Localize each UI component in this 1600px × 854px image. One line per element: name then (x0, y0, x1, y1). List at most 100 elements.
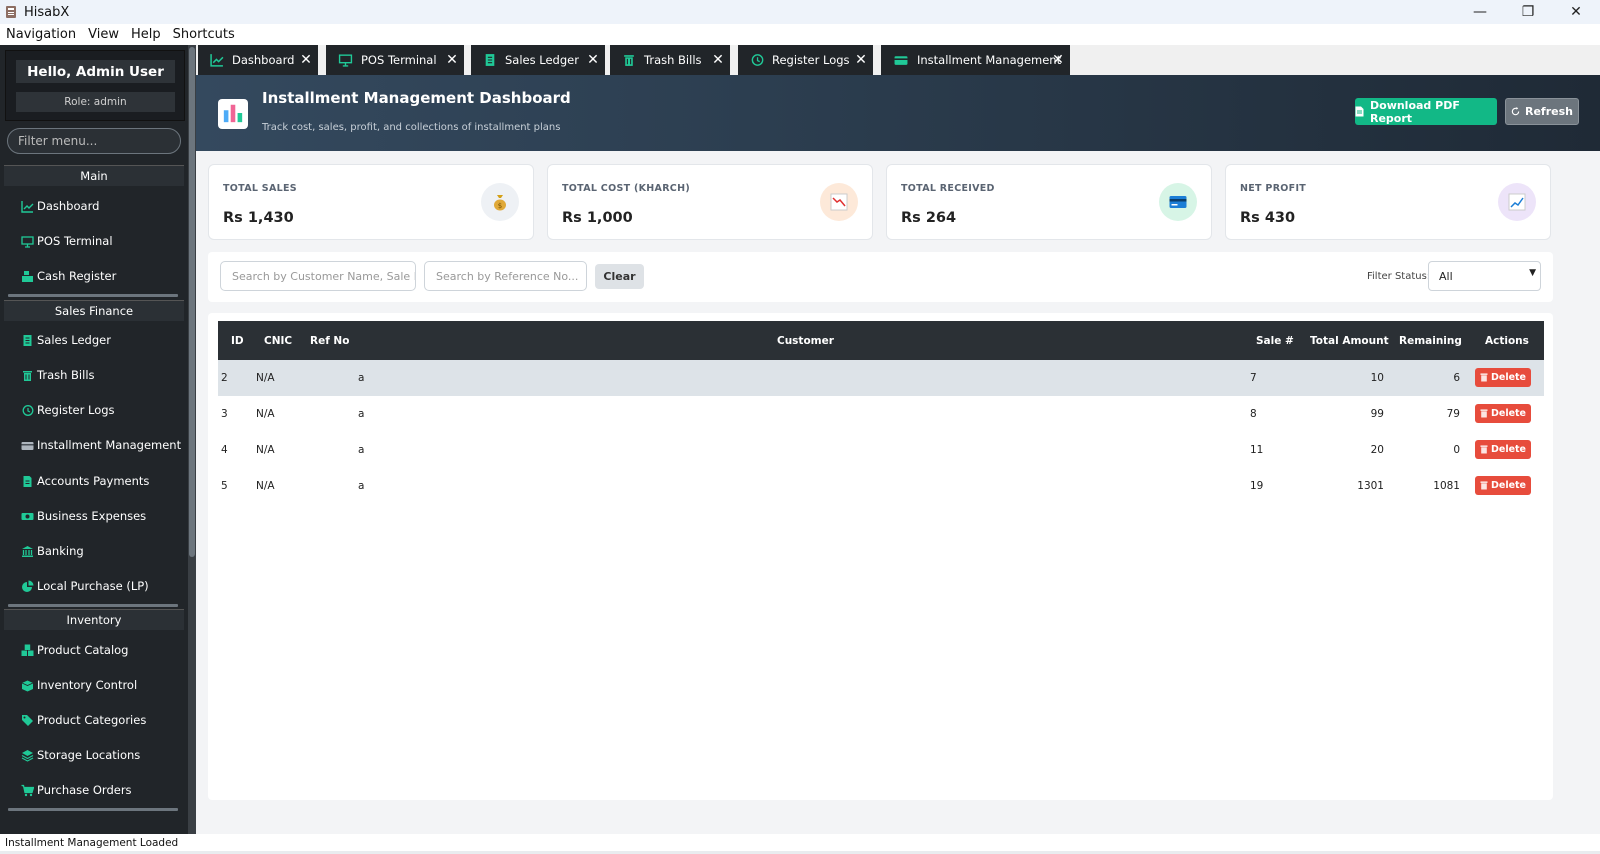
customer-search-input[interactable]: Search by Customer Name, Sale I... (220, 261, 416, 291)
table-row[interactable]: 5 N/A a 19 1301 1081 Delete (218, 468, 1544, 504)
menu-view[interactable]: View (82, 27, 125, 42)
tab-close-button[interactable]: ✕ (1050, 52, 1066, 68)
sidebar-separator (8, 294, 178, 297)
col-total-amount[interactable]: Total Amount (1310, 321, 1389, 360)
col-cnic[interactable]: CNIC (264, 321, 292, 360)
main-content: Installment Management Dashboard Track c… (196, 75, 1600, 834)
sidebar-scrollbar[interactable] (188, 45, 196, 834)
tab-close-button[interactable]: ✕ (853, 52, 869, 68)
stat-card-total-sales: TOTAL SALES Rs 1,430 $ (208, 164, 534, 240)
sidebar-item-pos-terminal[interactable]: POS Terminal (20, 231, 113, 251)
chart-line-icon (20, 199, 34, 213)
credit-card-icon (20, 438, 34, 452)
sidebar-item-banking[interactable]: Banking (20, 541, 84, 561)
boxes-icon (20, 643, 34, 657)
menu-filter-input[interactable]: Filter menu... (7, 128, 181, 154)
layers-icon (20, 748, 34, 762)
stat-card-total-received: TOTAL RECEIVED Rs 264 (886, 164, 1212, 240)
monitor-icon (338, 53, 353, 67)
window-title: HisabX (24, 4, 70, 20)
tab-close-button[interactable]: ✕ (585, 52, 601, 68)
sidebar-item-dashboard[interactable]: Dashboard (20, 196, 99, 216)
sidebar-item-cash-register[interactable]: Cash Register (20, 266, 116, 286)
filter-status-label: Filter Status: (1367, 271, 1431, 282)
page-title: Installment Management Dashboard (262, 89, 571, 107)
delete-button[interactable]: Delete (1475, 440, 1531, 459)
sidebar-item-inventory-control[interactable]: Inventory Control (20, 675, 137, 695)
role-label: Role: admin (16, 92, 175, 112)
receipt-icon (20, 333, 34, 347)
menu-bar: Navigation View Help Shortcuts (0, 24, 1600, 45)
tab-pos-terminal[interactable]: POS Terminal ✕ (326, 45, 464, 75)
menu-navigation[interactable]: Navigation (0, 27, 82, 42)
refresh-button[interactable]: Refresh (1505, 98, 1579, 125)
history-icon (750, 53, 764, 67)
sidebar-item-storage-locations[interactable]: Storage Locations (20, 745, 140, 765)
sidebar-item-installment-management[interactable]: Installment Management (20, 435, 181, 455)
sidebar-item-product-categories[interactable]: Product Categories (20, 710, 146, 730)
tab-register-logs[interactable]: Register Logs ✕ (738, 45, 873, 75)
delete-button[interactable]: Delete (1475, 368, 1531, 387)
chart-down-icon (820, 183, 858, 221)
menu-shortcuts[interactable]: Shortcuts (167, 27, 241, 42)
trash-icon (622, 53, 636, 67)
tab-close-button[interactable]: ✕ (298, 52, 314, 68)
maximize-button[interactable]: ❐ (1504, 0, 1552, 24)
section-sales-finance: Sales Finance (4, 300, 184, 321)
sidebar-item-trash-bills[interactable]: Trash Bills (20, 365, 95, 385)
history-icon (20, 403, 34, 417)
tab-installment-management[interactable]: Installment Management ✕ (881, 45, 1070, 75)
table-row[interactable]: 2 N/A a 7 10 6 Delete (218, 360, 1544, 396)
pie-chart-icon (20, 579, 34, 593)
refresh-icon (1511, 107, 1520, 116)
delete-button[interactable]: Delete (1475, 476, 1531, 495)
filter-panel: Search by Customer Name, Sale I... Searc… (208, 252, 1553, 302)
scrollbar-thumb[interactable] (189, 47, 195, 557)
receipt-icon (483, 53, 497, 67)
document-icon (1355, 106, 1364, 117)
tags-icon (20, 713, 34, 727)
table-row[interactable]: 4 N/A a 11 20 0 Delete (218, 432, 1544, 468)
trash-icon (20, 368, 34, 382)
reference-search-input[interactable]: Search by Reference No... (424, 261, 587, 291)
cart-icon (20, 783, 34, 797)
title-bar: HisabX — ❐ ✕ (0, 0, 1600, 24)
col-actions: Actions (1485, 334, 1529, 347)
tab-dashboard[interactable]: Dashboard ✕ (198, 45, 318, 75)
tab-close-button[interactable]: ✕ (710, 52, 726, 68)
filter-status-select[interactable]: All ▼ (1428, 261, 1541, 291)
trash-icon (1480, 445, 1488, 454)
sidebar-separator (8, 808, 178, 811)
tab-bar: Dashboard ✕ POS Terminal ✕ Sales Ledger … (196, 45, 1600, 75)
svg-text:$: $ (498, 202, 502, 210)
sidebar-item-register-logs[interactable]: Register Logs (20, 400, 115, 420)
sidebar: Hello, Admin User Role: admin Filter men… (0, 45, 196, 834)
tab-trash-bills[interactable]: Trash Bills ✕ (610, 45, 730, 75)
col-ref-no[interactable]: Ref No (310, 321, 349, 360)
col-customer[interactable]: Customer (777, 321, 834, 360)
close-window-button[interactable]: ✕ (1552, 0, 1600, 24)
menu-help[interactable]: Help (125, 27, 167, 42)
col-sale-no[interactable]: Sale # (1256, 321, 1294, 360)
stat-card-total-cost: TOTAL COST (KHARCH) Rs 1,000 (547, 164, 873, 240)
sidebar-item-purchase-orders[interactable]: Purchase Orders (20, 780, 132, 800)
section-main: Main (4, 165, 184, 186)
sidebar-item-accounts-payments[interactable]: Accounts Payments (20, 471, 149, 491)
minimize-button[interactable]: — (1456, 0, 1504, 24)
tab-sales-ledger[interactable]: Sales Ledger ✕ (471, 45, 605, 75)
status-text: Installment Management Loaded (0, 834, 1600, 851)
table-row[interactable]: 3 N/A a 8 99 79 Delete (218, 396, 1544, 432)
sidebar-item-business-expenses[interactable]: Business Expenses (20, 506, 146, 526)
sidebar-item-local-purchase[interactable]: Local Purchase (LP) (20, 576, 149, 596)
money-icon (20, 509, 34, 523)
col-id[interactable]: ID (231, 321, 244, 360)
sidebar-item-product-catalog[interactable]: Product Catalog (20, 640, 128, 660)
col-remaining[interactable]: Remaining (1399, 321, 1462, 360)
delete-button[interactable]: Delete (1475, 404, 1531, 423)
clear-button[interactable]: Clear (595, 264, 644, 289)
download-pdf-button[interactable]: Download PDF Report (1355, 98, 1497, 125)
section-inventory: Inventory (4, 609, 184, 630)
tab-close-button[interactable]: ✕ (444, 52, 460, 68)
page-subtitle: Track cost, sales, profit, and collectio… (262, 122, 561, 133)
sidebar-item-sales-ledger[interactable]: Sales Ledger (20, 330, 111, 350)
